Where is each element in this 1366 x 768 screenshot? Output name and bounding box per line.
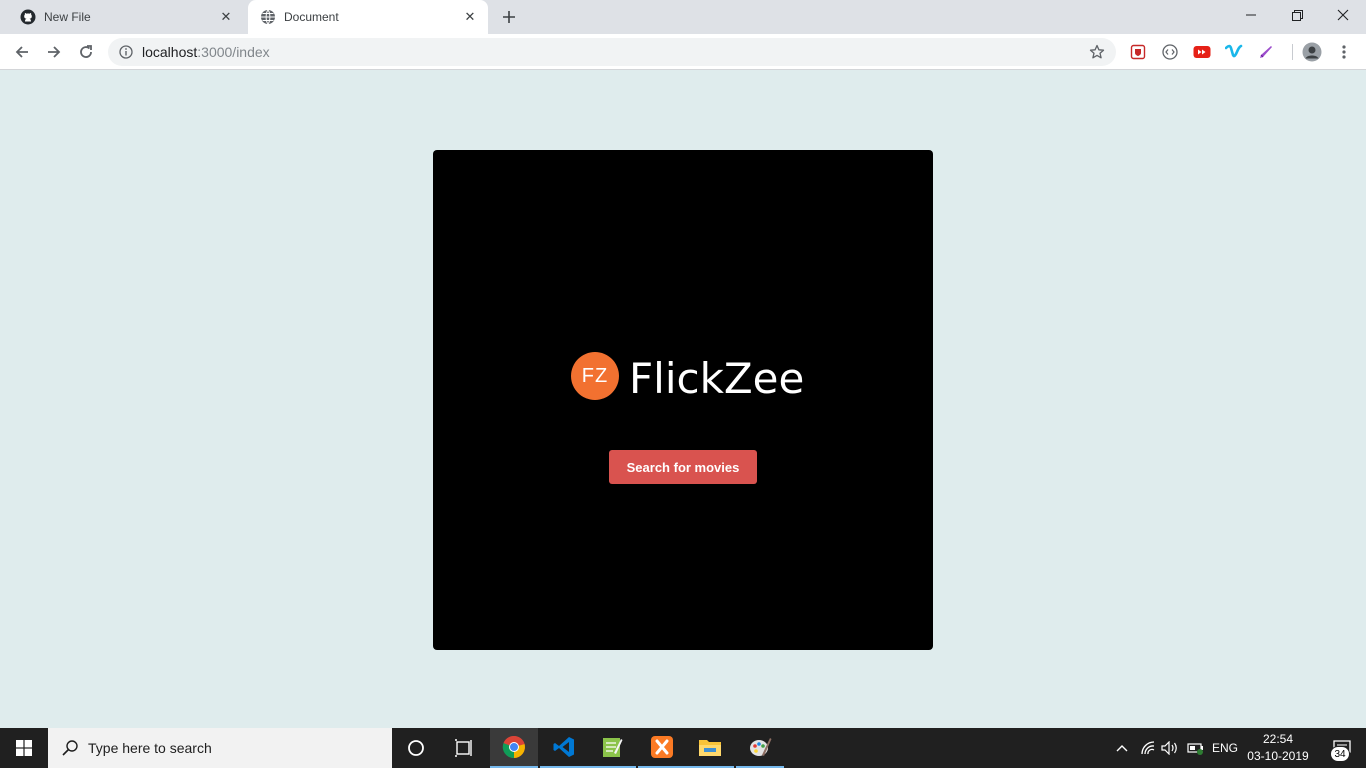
vimeo-extension-icon[interactable]	[1224, 42, 1244, 62]
clock-date: 03-10-2019	[1247, 749, 1309, 763]
back-arrow-icon	[15, 46, 28, 58]
restore-button[interactable]	[1274, 0, 1320, 30]
minimize-button[interactable]	[1228, 0, 1274, 30]
kebab-menu-icon	[1342, 45, 1346, 59]
forward-button[interactable]	[40, 38, 68, 66]
address-bar[interactable]: localhost:3000/index	[108, 38, 1116, 66]
hero-card: FZ FlickZee Search for movies	[433, 150, 933, 650]
bookmark-star-icon[interactable]	[1088, 43, 1106, 61]
tab-strip: New File ✕ Document ✕	[0, 0, 1366, 34]
info-icon[interactable]	[118, 44, 134, 60]
volume-icon[interactable]	[1160, 738, 1180, 758]
back-button[interactable]	[8, 38, 36, 66]
tab-document[interactable]: Document ✕	[248, 0, 488, 34]
taskbar-search-box[interactable]: Type here to search	[48, 728, 392, 768]
menu-button[interactable]	[1334, 42, 1354, 62]
brand-logo: FZ FlickZee	[571, 349, 804, 403]
youtube-extension-icon[interactable]	[1192, 42, 1212, 62]
minimize-icon	[1246, 14, 1256, 16]
new-tab-button[interactable]	[498, 6, 520, 28]
profile-avatar[interactable]	[1302, 42, 1322, 62]
vscode-icon[interactable]	[540, 728, 588, 768]
clock-time: 22:54	[1262, 732, 1294, 746]
page-viewport: FZ FlickZee Search for movies	[0, 71, 1366, 728]
chevron-up-icon[interactable]	[1112, 738, 1132, 758]
search-placeholder: Type here to search	[88, 740, 212, 756]
logo-text: FlickZee	[629, 354, 805, 403]
reload-icon	[80, 45, 92, 58]
task-view-icon[interactable]	[440, 728, 488, 768]
windows-logo-icon	[16, 740, 32, 756]
reload-button[interactable]	[72, 38, 100, 66]
wifi-icon[interactable]	[1138, 738, 1158, 758]
file-explorer-icon[interactable]	[686, 728, 734, 768]
close-icon	[1337, 9, 1349, 21]
language-indicator[interactable]: ENG	[1212, 741, 1238, 755]
restore-icon	[1291, 9, 1303, 21]
url-host: localhost	[142, 44, 198, 60]
url-text: localhost:3000/index	[142, 44, 270, 60]
cortana-icon[interactable]	[392, 728, 440, 768]
windows-taskbar: Type here to search ENG 22:54 03-10-2019	[0, 728, 1366, 768]
forward-arrow-icon	[48, 46, 61, 58]
plus-icon	[503, 11, 515, 23]
tab-new-file[interactable]: New File ✕	[8, 0, 244, 34]
browser-toolbar: localhost:3000/index	[0, 34, 1366, 70]
logo-badge: FZ	[571, 352, 619, 400]
start-button[interactable]	[0, 728, 48, 768]
battery-icon[interactable]	[1186, 738, 1206, 758]
clock[interactable]: 22:54 03-10-2019	[1238, 731, 1318, 765]
notepad-plus-icon[interactable]	[588, 728, 636, 768]
chrome-icon[interactable]	[490, 728, 538, 768]
tab-title: Document	[284, 10, 339, 24]
shield-extension-icon[interactable]	[1128, 42, 1148, 62]
xampp-icon[interactable]	[638, 728, 686, 768]
url-path: :3000/index	[197, 44, 270, 60]
tab-title: New File	[44, 10, 91, 24]
github-icon	[20, 9, 36, 25]
pen-extension-icon[interactable]	[1256, 42, 1276, 62]
code-extension-icon[interactable]	[1160, 42, 1180, 62]
paint-icon[interactable]	[736, 728, 784, 768]
close-tab-icon[interactable]: ✕	[460, 7, 480, 27]
close-tab-icon[interactable]: ✕	[216, 7, 236, 27]
notification-count-badge: 34	[1330, 746, 1350, 762]
search-movies-button[interactable]: Search for movies	[609, 450, 757, 484]
close-window-button[interactable]	[1320, 0, 1366, 30]
globe-icon	[260, 9, 276, 25]
search-icon	[60, 738, 80, 758]
toolbar-divider	[1292, 44, 1293, 60]
